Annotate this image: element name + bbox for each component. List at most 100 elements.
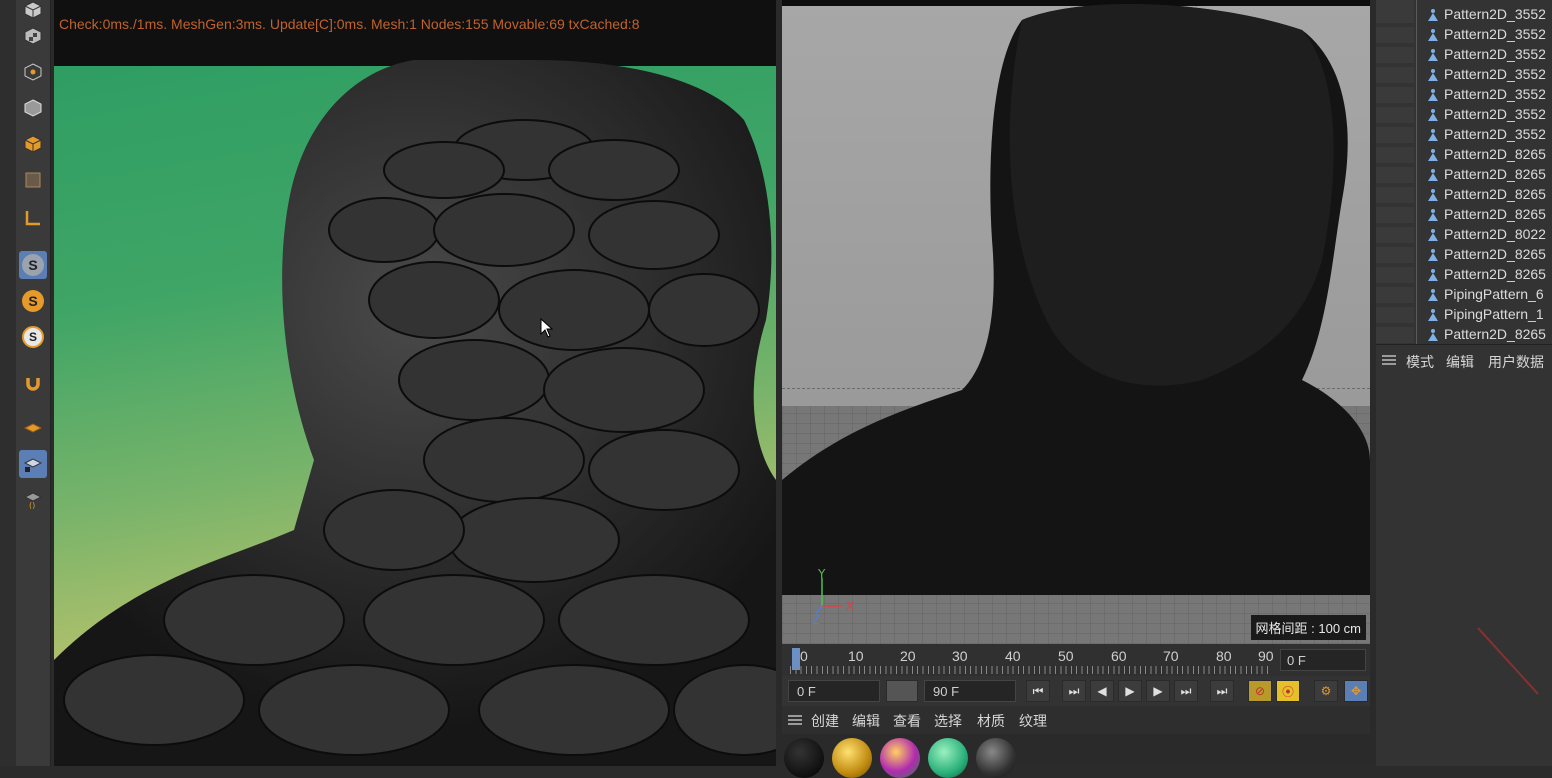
editor-viewport[interactable]: Y X Z 网格间距 : 100 cm — [782, 0, 1370, 644]
viewport-stats-bar — [54, 0, 776, 66]
material-swatch-teal[interactable] — [928, 738, 968, 778]
list-item[interactable]: Pattern2D_3552 — [1376, 85, 1552, 105]
hamburger-icon[interactable] — [1382, 355, 1396, 365]
move-key-button[interactable]: ✥ — [1344, 680, 1368, 702]
object-label: Pattern2D_8265 — [1444, 206, 1546, 222]
start-frame-field[interactable]: 0 F — [788, 680, 880, 702]
row-stripe — [1376, 107, 1414, 123]
cube-tool-button[interactable] — [19, 0, 47, 24]
next-frame-button[interactable]: ▶ — [1146, 680, 1170, 702]
object-label: PipingPattern_1 — [1444, 306, 1544, 322]
points-mode-button[interactable] — [19, 58, 47, 86]
tree-line — [1416, 65, 1417, 85]
menu-create[interactable]: 创建 — [811, 711, 839, 731]
list-item[interactable]: Pattern2D_3552 — [1376, 65, 1552, 85]
cloth-figure-icon — [1428, 309, 1438, 321]
list-item[interactable]: Pattern2D_3552 — [1376, 25, 1552, 45]
timeline[interactable]: 0 10 20 30 40 50 60 70 80 90 0 F — [782, 644, 1370, 676]
workplane-settings-button[interactable]: () — [19, 486, 47, 514]
list-item[interactable]: Pattern2D_8265 — [1376, 325, 1552, 344]
uv-mode-button[interactable] — [19, 166, 47, 194]
object-manager: Pattern2D_3552 Pattern2D_3552 Pattern2D_… — [1376, 0, 1552, 344]
prev-key-button[interactable]: ⏭ — [1062, 680, 1086, 702]
list-item[interactable]: Pattern2D_8265 — [1376, 165, 1552, 185]
tree-line — [1416, 325, 1417, 344]
record-keys-button[interactable]: ⊘ — [1248, 680, 1272, 702]
row-stripe — [1376, 287, 1414, 303]
render-viewport[interactable]: Check:0ms./1ms. MeshGen:3ms. Update[C]:0… — [54, 0, 776, 766]
material-swatch-black[interactable] — [784, 738, 824, 778]
autokey-button[interactable]: ⦿ — [1276, 680, 1300, 702]
magnet-button[interactable] — [19, 369, 47, 397]
list-item[interactable]: Pattern2D_8265 — [1376, 245, 1552, 265]
list-item[interactable]: Pattern2D_3552 — [1376, 105, 1552, 125]
play-button[interactable]: ▶ — [1118, 680, 1142, 702]
object-label: Pattern2D_8265 — [1444, 266, 1546, 282]
snap-s-icon: S — [22, 254, 44, 276]
checker-cube-icon — [24, 27, 42, 45]
go-to-start-button[interactable]: ⏮ — [1026, 680, 1050, 702]
current-frame-field[interactable]: 0 F — [1280, 649, 1366, 671]
menu-texture[interactable]: 纹理 — [1019, 711, 1047, 731]
list-item[interactable]: Pattern2D_8265 — [1376, 185, 1552, 205]
render-stats-text: Check:0ms./1ms. MeshGen:3ms. Update[C]:0… — [59, 16, 640, 32]
tick-label: 30 — [952, 648, 968, 664]
list-item[interactable]: Pattern2D_3552 — [1376, 5, 1552, 25]
menu-attr-edit[interactable]: 编辑 — [1446, 352, 1474, 372]
range-slider[interactable] — [886, 680, 918, 702]
timeline-ruler[interactable]: 0 10 20 30 40 50 60 70 80 90 — [790, 644, 1274, 676]
checker-cube-button[interactable] — [19, 22, 47, 50]
next-key-button[interactable]: ⏭ — [1210, 680, 1234, 702]
lock-workplane-button[interactable] — [19, 450, 47, 478]
cloth-figure-icon — [1428, 329, 1438, 341]
tree-line — [1416, 145, 1417, 165]
list-item[interactable]: PipingPattern_6 — [1376, 285, 1552, 305]
list-item[interactable]: Pattern2D_8022 — [1376, 225, 1552, 245]
material-swatch-iridescent[interactable] — [880, 738, 920, 778]
attributes-menu: 模式 编辑 用户数据 — [1376, 344, 1552, 375]
transport-bar: 0 F 90 F ⏮ ⏭ ◀ ▶ ▶ ⏭ ⏭ ⊘ ⦿ ⚙ ✥ — [782, 676, 1370, 706]
list-item[interactable]: Pattern2D_8265 — [1376, 265, 1552, 285]
edges-mode-button[interactable] — [19, 94, 47, 122]
snap-button[interactable]: S — [19, 251, 47, 279]
list-item[interactable]: PipingPattern_1 — [1376, 305, 1552, 325]
tree-line — [1416, 245, 1417, 265]
menu-material[interactable]: 材质 — [977, 711, 1005, 731]
material-swatch-gold[interactable] — [832, 738, 872, 778]
tick-label: 20 — [900, 648, 916, 664]
row-stripe — [1376, 267, 1414, 283]
hamburger-icon[interactable] — [788, 715, 802, 725]
cloth-figure-icon — [1428, 9, 1438, 21]
keyframe-settings-button[interactable]: ⚙ — [1314, 680, 1338, 702]
tree-line — [1416, 105, 1417, 125]
end-frame-field[interactable]: 90 F — [924, 680, 1016, 702]
list-item[interactable]: Pattern2D_3552 — [1376, 125, 1552, 145]
list-item[interactable]: Pattern2D_8265 — [1376, 205, 1552, 225]
uv-square-icon — [25, 172, 41, 188]
plane-brace-icon: () — [24, 492, 42, 509]
snap-settings-button[interactable]: S — [19, 287, 47, 315]
row-stripe — [1376, 327, 1414, 343]
locked-plane-icon — [24, 458, 42, 472]
menu-select[interactable]: 选择 — [934, 711, 962, 731]
material-swatch-dark-grey[interactable] — [976, 738, 1016, 778]
menu-mode[interactable]: 模式 — [1406, 352, 1434, 372]
polygons-mode-button[interactable] — [19, 130, 47, 158]
plane-grid-icon — [24, 423, 42, 433]
workplane-button[interactable] — [19, 414, 47, 442]
row-stripe — [1376, 247, 1414, 263]
list-item[interactable]: Pattern2D_8265 — [1376, 145, 1552, 165]
prev-frame-button[interactable]: ◀ — [1090, 680, 1114, 702]
menu-view[interactable]: 查看 — [893, 711, 921, 731]
row-stripe — [1376, 7, 1414, 23]
gear-icon: ⚙ — [1320, 684, 1332, 698]
menu-user-data[interactable]: 用户数据 — [1488, 352, 1544, 372]
tree-line — [1416, 305, 1417, 325]
snap-workplane-button[interactable]: S — [19, 323, 47, 351]
go-to-end-icon: ⏭ — [1180, 683, 1192, 698]
go-to-end-button[interactable]: ⏭ — [1174, 680, 1198, 702]
list-item[interactable]: Pattern2D_3552 — [1376, 45, 1552, 65]
tree-line — [1416, 285, 1417, 305]
axis-mode-button[interactable] — [19, 204, 47, 232]
menu-edit[interactable]: 编辑 — [852, 711, 880, 731]
